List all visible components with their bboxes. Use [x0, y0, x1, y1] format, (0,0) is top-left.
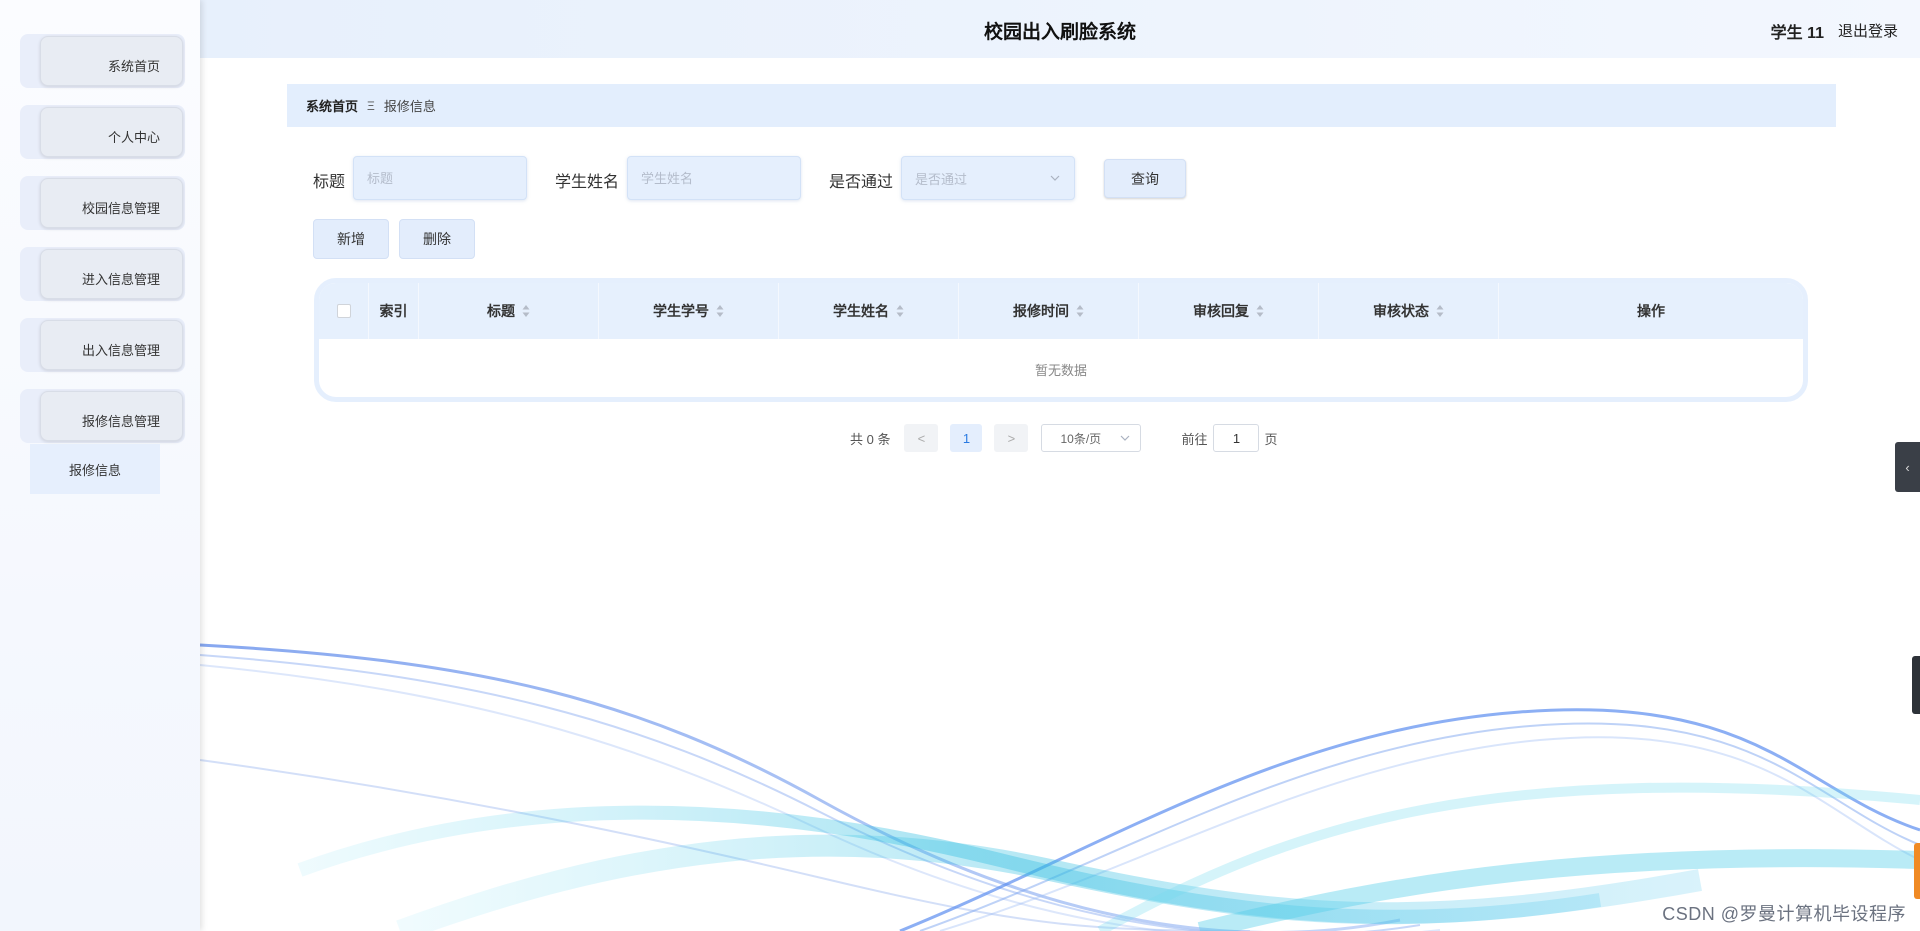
sidebar-item-entry-info[interactable]: 进入信息管理 — [20, 247, 185, 301]
column-label: 索引 — [379, 303, 408, 319]
column-label: 学生学号 — [653, 303, 709, 319]
sort-icon[interactable] — [716, 304, 724, 318]
add-button[interactable]: 新增 — [313, 219, 389, 259]
sidebar-item-label: 报修信息管理 — [40, 391, 183, 441]
page-size-value: 10条/页 — [1060, 431, 1102, 446]
breadcrumb-home[interactable]: 系统首页 — [306, 96, 358, 115]
breadcrumb-separator-icon: Ξ — [367, 98, 375, 113]
sort-icon[interactable] — [1076, 304, 1084, 318]
sidebar: 系统首页 个人中心 校园信息管理 进入信息管理 出入信息管理 报修信息管理 报修… — [0, 0, 200, 931]
column-label: 审核回复 — [1193, 303, 1249, 319]
watermark: CSDN @罗曼计算机毕设程序 — [1662, 904, 1906, 924]
passed-label: 是否通过 — [829, 174, 894, 191]
sidebar-item-campus-info[interactable]: 校园信息管理 — [20, 176, 185, 230]
goto-label: 前往 — [1181, 431, 1208, 447]
select-all-cell — [319, 283, 369, 339]
column-label: 审核状态 — [1373, 303, 1429, 319]
sidebar-item-profile[interactable]: 个人中心 — [20, 105, 185, 159]
background-waves — [199, 643, 1920, 931]
goto-page-input[interactable] — [1213, 424, 1260, 452]
collapse-toggle-button[interactable]: ‹ — [1895, 442, 1920, 492]
column-label: 报修时间 — [1013, 303, 1069, 319]
sidebar-item-label: 个人中心 — [40, 107, 183, 157]
sidebar-item-access-info[interactable]: 出入信息管理 — [20, 318, 185, 372]
student-name-input[interactable] — [627, 156, 801, 200]
sidebar-item-label: 进入信息管理 — [40, 249, 183, 299]
sidebar-item-repair-management[interactable]: 报修信息管理 — [20, 389, 185, 443]
pagination-total: 共 0 条 — [850, 431, 891, 447]
sidebar-subitem-repair-info[interactable]: 报修信息 — [30, 444, 160, 494]
sidebar-item-home[interactable]: 系统首页 — [20, 34, 185, 88]
delete-button[interactable]: 删除 — [399, 219, 475, 259]
sort-icon[interactable] — [1436, 304, 1444, 318]
sort-icon[interactable] — [1256, 304, 1264, 318]
breadcrumb: 系统首页 Ξ 报修信息 — [287, 84, 1836, 127]
pagination: 共 0 条 < 1 > 10条/页 前往 页 — [850, 423, 1278, 453]
chevron-left-icon: ‹ — [1905, 459, 1910, 475]
prev-page-button[interactable]: < — [904, 424, 939, 452]
column-review-status[interactable]: 审核状态 — [1319, 283, 1499, 339]
sidebar-item-label: 系统首页 — [40, 36, 183, 86]
student-name-label: 学生姓名 — [555, 174, 620, 191]
query-button[interactable]: 查询 — [1104, 159, 1186, 198]
top-header: 校园出入刷脸系统 学生 11 退出登录 — [200, 0, 1920, 58]
page-suffix-label: 页 — [1264, 431, 1278, 447]
column-title[interactable]: 标题 — [419, 283, 599, 339]
column-review-reply[interactable]: 审核回复 — [1139, 283, 1319, 339]
column-index: 索引 — [369, 283, 419, 339]
empty-state: 暂无数据 — [1034, 362, 1087, 378]
sidebar-item-label: 出入信息管理 — [40, 320, 183, 370]
sort-icon[interactable] — [896, 304, 904, 318]
page-number-button[interactable]: 1 — [950, 424, 983, 452]
column-label: 标题 — [487, 303, 515, 319]
side-widget-orange-tab[interactable] — [1914, 843, 1920, 899]
side-widget-tab[interactable] — [1912, 656, 1920, 714]
next-page-button[interactable]: > — [994, 424, 1029, 452]
page: 系统首页 个人中心 校园信息管理 进入信息管理 出入信息管理 报修信息管理 报修… — [0, 0, 1920, 931]
data-table: 索引 标题 学生学号 学生姓名 报修时间 审核回复 审核状态 操作 暂无数据 — [314, 278, 1808, 402]
app-title: 校园出入刷脸系统 — [983, 22, 1136, 43]
sidebar-item-label: 校园信息管理 — [40, 178, 183, 228]
column-repair-time[interactable]: 报修时间 — [959, 283, 1139, 339]
page-size-select[interactable]: 10条/页 — [1041, 424, 1142, 452]
chevron-down-icon — [1121, 435, 1130, 441]
column-student-name[interactable]: 学生姓名 — [779, 283, 959, 339]
passed-select[interactable]: 是否通过 — [901, 156, 1075, 200]
column-label: 学生姓名 — [833, 303, 889, 319]
select-all-checkbox[interactable] — [336, 304, 351, 318]
current-user: 学生 11 — [1770, 25, 1824, 42]
column-actions: 操作 — [1499, 283, 1803, 339]
title-input[interactable] — [353, 156, 527, 200]
logout-link[interactable]: 退出登录 — [1838, 20, 1898, 41]
column-student-id[interactable]: 学生学号 — [599, 283, 779, 339]
title-label: 标题 — [313, 174, 346, 191]
passed-select-placeholder: 是否通过 — [915, 171, 968, 187]
chevron-down-icon — [1050, 175, 1060, 181]
breadcrumb-current: 报修信息 — [383, 99, 436, 114]
sort-icon[interactable] — [522, 304, 530, 318]
table-header: 索引 标题 学生学号 学生姓名 报修时间 审核回复 审核状态 操作 — [319, 283, 1803, 339]
column-label: 操作 — [1637, 303, 1665, 319]
